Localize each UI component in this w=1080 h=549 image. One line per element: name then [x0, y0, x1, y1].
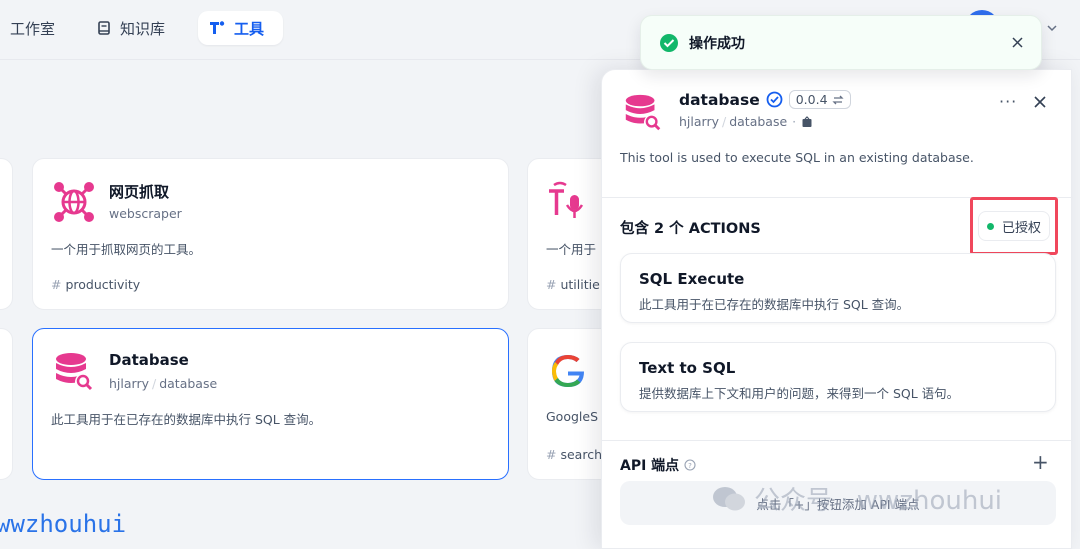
card-subtitle: hjlarry / database [109, 376, 218, 391]
wechat-watermark-text: 公众号 · wwzhouhui [754, 486, 1003, 516]
authorized-label: 已授权 [1001, 220, 1041, 236]
toast-message: 操作成功 [689, 35, 745, 52]
card-tag-label: search [560, 447, 603, 462]
tools-icon [210, 21, 225, 34]
action-title: SQL Execute [639, 270, 745, 288]
success-toast: 操作成功 [640, 15, 1042, 70]
switch-arrows-icon [831, 95, 844, 104]
card-description: 一个用于抓取网页的工具。 [51, 242, 202, 257]
action-card-text-to-sql[interactable]: Text to SQL 提供数据库上下文和用户的问题，来得到一个 SQL 语句。 [620, 342, 1056, 412]
book-icon [98, 21, 110, 35]
text-to-speech-icon [549, 181, 584, 218]
panel-description: This tool is used to execute SQL in an e… [620, 150, 974, 165]
card-description: GoogleS [546, 409, 599, 424]
card-tool-name: database [159, 376, 218, 391]
verified-badge-icon [766, 91, 783, 108]
authorized-button[interactable]: 已授权 [978, 211, 1050, 241]
card-description: 一个用于 [546, 242, 597, 257]
card-description: 此工具用于在已存在的数据库中执行 SQL 查询。 [51, 412, 322, 427]
tool-card-webscraper[interactable]: 网页抓取 webscraper 一个用于抓取网页的工具。 # productivi… [32, 158, 509, 310]
close-icon[interactable] [1034, 96, 1046, 108]
card-tag: # productivity [51, 277, 141, 292]
api-heading: API 端点 [620, 458, 680, 474]
close-icon[interactable] [1012, 37, 1023, 48]
database-search-icon [56, 353, 93, 391]
panel-tool-name: database [729, 114, 788, 129]
wechat-watermark: 公众号 · wwzhouhui [712, 480, 1002, 517]
add-endpoint-button[interactable]: + [1032, 450, 1049, 474]
wechat-icon [713, 486, 745, 510]
tool-detail-panel: database 0.0.4 hjlarry / database · ··· … [601, 69, 1073, 549]
google-icon [552, 355, 584, 387]
action-card-sql-execute[interactable]: SQL Execute 此工具用于在已存在的数据库中执行 SQL 查询。 [620, 253, 1056, 323]
tool-card-partial-left-top[interactable] [0, 158, 13, 310]
nav-tools[interactable]: 工具 [198, 11, 283, 45]
help-circle-icon[interactable]: ? [684, 459, 696, 471]
card-tag-label: utilitie [560, 277, 600, 292]
card-title: 网页抓取 [109, 183, 170, 201]
card-subtitle: webscraper [109, 206, 182, 221]
version-selector[interactable]: 0.0.4 [788, 90, 851, 109]
actions-heading: 包含 2 个 ACTIONS [620, 221, 761, 237]
nav-studio-label: 工作室 [10, 19, 56, 38]
more-options-icon[interactable]: ··· [999, 92, 1017, 111]
package-icon [802, 115, 812, 127]
panel-subtitle: hjlarry / database · [679, 114, 813, 129]
nav-knowledge[interactable]: 知识库 [86, 11, 175, 45]
tool-card-partial-left-bottom[interactable] [0, 328, 13, 480]
version-label: 0.0.4 [795, 92, 828, 107]
nav-knowledge-label: 知识库 [120, 19, 166, 38]
corner-watermark: wwzhouhui [0, 510, 127, 538]
svg-text:?: ? [688, 462, 692, 470]
card-tag: # search [546, 447, 603, 462]
tool-card-database[interactable]: Database hjlarry / database 此工具用于在已存在的数据库中… [32, 328, 509, 480]
action-description: 此工具用于在已存在的数据库中执行 SQL 查询。 [639, 297, 910, 312]
card-tag: # utilitie [546, 277, 600, 292]
database-search-icon [625, 94, 662, 132]
nav-studio[interactable]: 工作室 [0, 11, 65, 45]
status-dot [986, 222, 994, 230]
chevron-down-icon[interactable] [1046, 22, 1058, 34]
divider [602, 440, 1073, 441]
card-tag-label: productivity [65, 277, 141, 292]
nav-tools-label: 工具 [234, 19, 265, 38]
card-title: Database [109, 351, 189, 369]
check-circle-icon [660, 33, 678, 52]
panel-title: database [679, 90, 760, 109]
panel-author: hjlarry [679, 114, 719, 129]
globe-network-icon [54, 182, 94, 222]
action-description: 提供数据库上下文和用户的问题，来得到一个 SQL 语句。 [639, 386, 960, 401]
action-title: Text to SQL [639, 359, 736, 377]
card-author: hjlarry [109, 376, 149, 391]
